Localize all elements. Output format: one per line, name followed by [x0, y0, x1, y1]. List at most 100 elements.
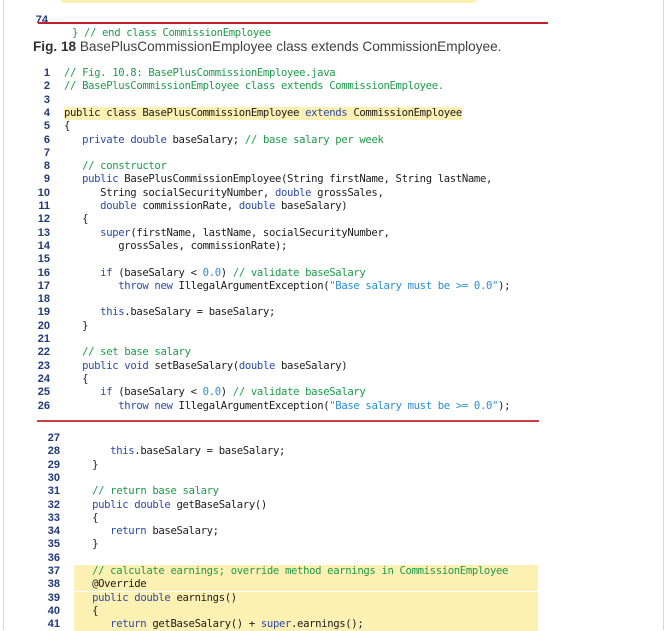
line-number: 14 [37, 239, 50, 252]
code-comment: // base salary per week [244, 133, 384, 146]
code-token: ) [220, 386, 233, 399]
code-line: 6 private double baseSalary; // base sal… [0, 134, 667, 147]
code-text: { [74, 604, 538, 618]
line-number: 6 [43, 133, 50, 146]
line-number: 11 [38, 200, 50, 212]
code-keyword: public [82, 173, 119, 186]
line-number: 7 [43, 146, 50, 159]
code-text: // set base salary [64, 346, 191, 359]
code-line: 36 [0, 552, 667, 565]
code-token: { [64, 120, 71, 133]
code-line: 35 } [0, 538, 667, 551]
line-number: 31 [47, 485, 60, 498]
code-comment: // Fig. 10.8: BasePlusCommissionEmployee… [64, 67, 336, 79]
line-number: 33 [47, 511, 60, 524]
code-token: IllegalArgumentException( [172, 279, 330, 292]
line-number: 22 [37, 346, 50, 359]
code-line: 18 [0, 293, 667, 306]
line-number: 35 [47, 538, 60, 551]
code-text: } [64, 320, 88, 333]
code-token: grossSales, commissionRate); [64, 239, 288, 252]
code-token: .earnings(); [291, 618, 364, 631]
code-token: ); [498, 399, 511, 412]
line-number: 27 [47, 432, 60, 444]
code-token: String socialSecurityNumber, [64, 186, 275, 199]
code-text: this.baseSalary = baseSalary; [64, 306, 275, 319]
code-line: 14 grossSales, commissionRate); [0, 240, 667, 253]
code-comment: // validate baseSalary [232, 266, 366, 279]
code-text: { [74, 512, 98, 525]
line-number: 10 [37, 186, 50, 199]
code-keyword: return [110, 618, 147, 631]
line-number: 24 [37, 372, 50, 385]
code-text: private double baseSalary; // base salar… [64, 134, 384, 147]
code-keyword: double [274, 186, 312, 199]
code-text: @Override [74, 578, 538, 592]
code-line: 39 public double earnings() [0, 591, 667, 605]
code-keyword: public double [92, 498, 171, 511]
code-text: throw new IllegalArgumentException("Base… [64, 400, 510, 413]
code-keyword: public double [92, 591, 171, 604]
code-keyword: double [238, 359, 276, 372]
figure-caption-text: BasePlusCommissionEmployee class extends… [76, 39, 502, 54]
code-token: baseSalary) [275, 359, 348, 372]
code-keyword: super [100, 226, 131, 239]
code-text: // constructor [64, 160, 167, 173]
code-line: 41 return getBaseSalary() + super.earnin… [0, 618, 667, 631]
line-number: 1 [43, 67, 50, 79]
line-number: 40 [47, 604, 60, 617]
code-keyword: extends [305, 106, 348, 119]
code-token: baseSalary; [166, 133, 245, 146]
code-line: 23 public void setBaseSalary(double base… [0, 360, 667, 373]
code-text: throw new IllegalArgumentException("Base… [64, 280, 510, 293]
line-number: 23 [37, 359, 50, 372]
line-number: 37 [47, 565, 60, 577]
code-line: 37 // calculate earnings; override metho… [0, 565, 667, 578]
code-line: 11 double commissionRate, double baseSal… [0, 200, 667, 213]
code-text: return baseSalary; [74, 525, 219, 538]
code-line: 1 // Fig. 10.8: BasePlusCommissionEmploye… [0, 67, 667, 80]
line-number: 29 [47, 458, 60, 471]
code-line: 7 [0, 147, 667, 160]
code-token: } [74, 458, 99, 471]
code-keyword: if [100, 386, 113, 399]
code-line: 32 public double getBaseSalary() [0, 499, 667, 512]
code-line: 16 if (baseSalary < 0.0) // validate bas… [0, 267, 667, 280]
code-text: { [64, 120, 70, 133]
code-line: 34 return baseSalary; [0, 525, 667, 538]
code-token: .baseSalary = baseSalary; [124, 306, 275, 319]
code-keyword: throw new [118, 399, 173, 412]
line-number: 16 [37, 266, 50, 279]
code-text: public double getBaseSalary() [74, 499, 267, 512]
code-token: CommissionEmployee [347, 106, 462, 119]
code-text: { [64, 373, 88, 386]
line-number: 5 [43, 120, 50, 133]
code-keyword: super [260, 618, 292, 631]
code-token: { [74, 511, 99, 524]
code-line: 10 String socialSecurityNumber, double g… [0, 187, 667, 200]
code-token: { [64, 372, 89, 385]
code-token: IllegalArgumentException( [172, 399, 330, 412]
code-line: 4 public class BasePlusCommissionEmployee… [0, 106, 667, 120]
code-keyword: this [100, 306, 125, 319]
code-line: 24 { [0, 373, 667, 386]
code-keyword: this [110, 445, 135, 458]
line-number: 3 [43, 93, 50, 106]
code-token: grossSales, [311, 186, 384, 199]
code-line: 20 } [0, 320, 667, 333]
code-token: baseSalary) [275, 200, 348, 212]
code-text: // calculate earnings; override method e… [74, 565, 538, 578]
code-text: public class BasePlusCommissionEmployee … [64, 106, 462, 120]
line-number: 2 [43, 80, 50, 93]
code-line: 38 @Override [0, 578, 667, 592]
